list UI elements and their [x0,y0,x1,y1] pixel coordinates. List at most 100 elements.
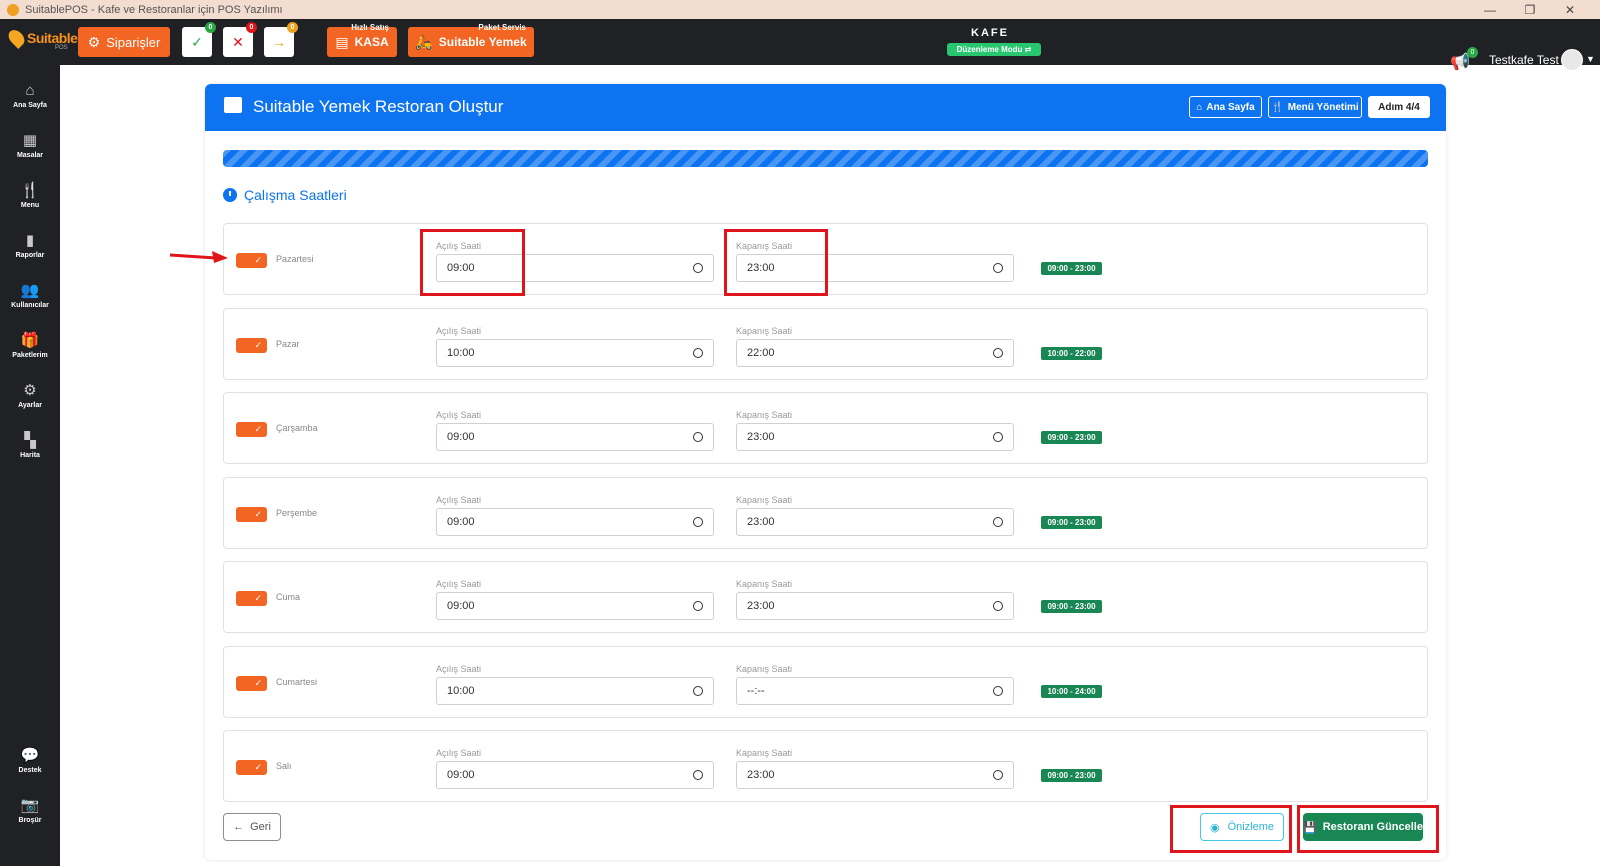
day-toggle[interactable]: ✓ [236,675,267,691]
day-row: ✓ Pazartesi Açılış Saati 09:00 Kapanış Saati… [223,223,1428,295]
sidebar-item-label: Raporlar [15,252,45,259]
close-time-input[interactable]: 23:00 [736,254,1014,282]
day-toggle[interactable]: ✓ [236,506,267,522]
day-row: ✓ Cumartesi Açılış Saati 10:00 Kapanış Saati… [223,645,1428,718]
update-button-label: Restoranı Güncelle [1322,821,1423,833]
sidebar-item-users[interactable]: 👥 Kullanıcılar [0,283,60,310]
sidebar-item-brochure[interactable]: 📷 Broşür [0,798,60,825]
clock-icon[interactable] [693,770,703,780]
menu-management-button[interactable]: 🍴 Menü Yönetimi [1268,96,1362,118]
close-icon[interactable]: ✕ [1550,3,1590,17]
edit-mode-toggle[interactable]: Düzenleme Modu ⇄ [947,43,1041,56]
preview-button-label: Önizleme [1227,821,1275,833]
clock-icon[interactable] [993,685,1003,696]
close-time-value: 23:00 [747,515,775,528]
close-time-input[interactable]: 22:00 [736,338,1014,367]
close-time-value: 22:00 [747,346,775,359]
step-label: Adım 4/4 [1378,101,1420,113]
open-time-input[interactable]: 10:00 [436,338,714,367]
clock-icon[interactable] [693,263,703,273]
chevron-down-icon[interactable]: ▼ [1586,54,1595,64]
preview-button[interactable]: ◉ Önizleme [1200,813,1284,841]
day-toggle[interactable]: ✓ [236,422,267,437]
kasa-button[interactable]: Hızlı Satış ▤ KASA [327,23,397,57]
minimize-icon[interactable]: — [1470,3,1510,17]
arrow-left-icon: ← [233,821,245,833]
clock-icon[interactable] [993,516,1003,527]
day-toggle[interactable]: ✓ [236,253,267,268]
update-restaurant-button[interactable]: 💾 Restoranı Güncelle [1303,813,1423,841]
sidebar-item-packages[interactable]: 🎁 Paketlerim [0,332,60,360]
clock-icon[interactable] [993,347,1003,358]
avatar[interactable] [1561,49,1583,71]
open-time-label: Açılış Saati [436,325,482,336]
clock-icon[interactable] [993,263,1003,273]
sidebar-item-reports[interactable]: ▮ Raporlar [0,233,60,260]
open-time-input[interactable]: 09:00 [436,423,714,451]
clock-icon[interactable] [993,432,1003,442]
forward-orders-button[interactable]: → 0 [264,22,298,57]
sidebar-item-home[interactable]: ⌂ Ana Sayfa [0,83,60,110]
check-icon: ✓ [254,339,262,350]
cancelled-orders-button[interactable]: ✕ 0 [223,22,257,57]
logo[interactable]: Suitable POS [5,27,78,51]
clock-icon[interactable] [993,770,1003,780]
clock-icon[interactable] [693,432,703,442]
notifications-button[interactable]: 📢 0 [1450,47,1478,72]
day-toggle[interactable]: ✓ [236,337,267,353]
orders-button[interactable]: ⚙ Siparişler [78,27,170,57]
back-button[interactable]: ← Geri [223,813,281,841]
open-time-input[interactable]: 09:00 [436,761,714,789]
sidebar-item-menu[interactable]: 🍴 Menu [0,183,60,210]
close-time-input[interactable]: 23:00 [736,507,1014,536]
hours-range-badge: 09:00 - 23:00 [1041,262,1102,275]
sidebar-item-tables[interactable]: ▦ Masalar [0,133,60,160]
day-row: ✓ Pazar Açılış Saati 10:00 Kapanış Saati 22:0… [223,307,1428,380]
clock-icon[interactable] [693,347,703,358]
check-icon: ✓ [254,255,262,265]
logo-sub: POS [55,45,68,51]
close-time-value: 23:00 [747,431,775,443]
open-time-value: 09:00 [447,431,475,443]
open-time-label: Açılış Saati [436,494,482,505]
open-time-value: 09:00 [447,262,475,274]
suitable-yemek-button[interactable]: Paket Servis 🛵 Suitable Yemek [408,23,534,57]
day-toggle[interactable]: ✓ [236,760,267,775]
approved-orders-button[interactable]: ✓ 0 [182,22,216,57]
home-icon: ⌂ [1196,101,1203,113]
sidebar-item-map[interactable]: ▚ Harita [0,433,60,460]
day-label: Pazar [276,338,300,349]
logo-pin-icon [5,27,28,49]
close-time-input[interactable]: 23:00 [736,761,1014,789]
clock-icon[interactable] [693,685,703,696]
open-time-input[interactable]: 09:00 [436,507,714,536]
close-time-input[interactable]: 23:00 [736,423,1014,451]
day-toggle[interactable]: ✓ [236,591,267,606]
sidebar-item-support[interactable]: 💬 Destek [0,748,60,775]
close-time-input[interactable]: --:-- [736,676,1014,705]
open-time-value: 09:00 [447,515,475,528]
home-button[interactable]: ⌂ Ana Sayfa [1189,96,1262,118]
gift-icon: 🎁 [20,332,40,349]
app-icon [7,3,19,16]
restore-icon[interactable]: ❐ [1510,3,1550,17]
clock-icon[interactable] [693,516,703,527]
annotation-arrow-icon [170,251,228,263]
user-name[interactable]: Testkafe Test [1489,53,1559,67]
clock-icon[interactable] [693,601,703,611]
clock-icon[interactable] [993,601,1003,611]
open-time-input[interactable]: 10:00 [436,676,714,705]
gears-icon: ⚙ [23,382,37,399]
register-icon: ▤ [335,33,349,50]
venue-name: KAFE [971,27,1009,39]
open-time-input[interactable]: 09:00 [436,592,714,620]
check-icon: ✓ [254,424,262,434]
home-button-label: Ana Sayfa [1206,101,1255,113]
close-time-input[interactable]: 23:00 [736,592,1014,620]
open-time-label: Açılış Saati [436,663,482,674]
open-time-input[interactable]: 09:00 [436,254,714,282]
save-icon: 💾 [1303,821,1317,834]
logo-text: Suitable [27,30,78,46]
day-row: ✓ Perşembe Açılış Saati 09:00 Kapanış Saati 2… [223,476,1428,549]
sidebar-item-settings[interactable]: ⚙ Ayarlar [0,382,60,410]
